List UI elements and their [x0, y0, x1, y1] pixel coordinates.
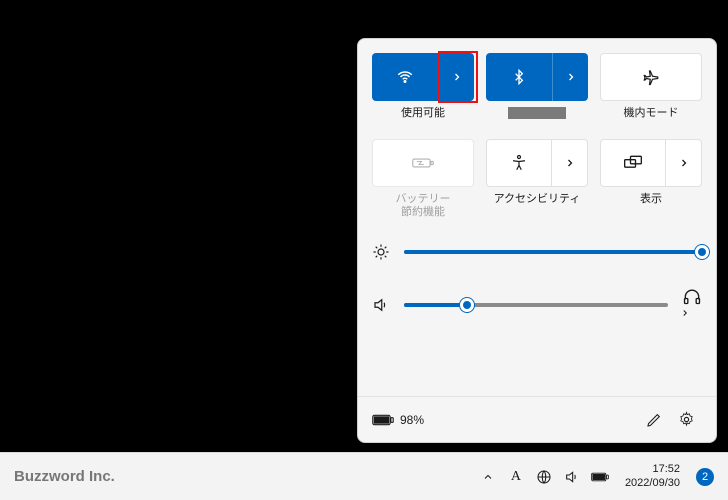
project-expand-button[interactable] — [665, 140, 701, 186]
wifi-icon — [372, 53, 438, 101]
tray-battery-icon[interactable] — [591, 467, 609, 487]
accessibility-icon — [487, 140, 551, 186]
quick-settings-panel: 使用可能 機内モード — [357, 38, 717, 443]
project-icon — [601, 140, 665, 186]
speaker-icon[interactable] — [372, 296, 390, 314]
taskbar[interactable]: Buzzword Inc. A 17:52 2022/09/30 2 — [0, 452, 728, 500]
battery-saver-icon — [373, 140, 473, 186]
notification-badge[interactable]: 2 — [696, 468, 714, 486]
clock-time: 17:52 — [625, 463, 680, 476]
edit-quick-settings-button[interactable] — [638, 404, 670, 436]
wifi-tile[interactable] — [372, 53, 474, 101]
volume-row — [372, 287, 702, 323]
ime-indicator[interactable]: A — [507, 467, 525, 487]
accessibility-tile[interactable] — [486, 139, 588, 187]
taskbar-clock[interactable]: 17:52 2022/09/30 — [625, 463, 680, 489]
project-label: 表示 — [600, 193, 702, 219]
brightness-row — [372, 243, 702, 261]
project-tile[interactable] — [600, 139, 702, 187]
tray-volume-icon[interactable] — [563, 467, 581, 487]
brightness-slider[interactable] — [404, 250, 702, 254]
bluetooth-label — [486, 107, 588, 133]
volume-slider[interactable] — [404, 303, 668, 307]
battery-percent: 98% — [400, 413, 424, 427]
brightness-icon — [372, 243, 390, 261]
bluetooth-tile[interactable] — [486, 53, 588, 101]
wifi-expand-button[interactable] — [438, 53, 474, 101]
desktop-watermark: Buzzword Inc. — [14, 468, 115, 485]
clock-date: 2022/09/30 — [625, 477, 680, 490]
ime-mode-icon[interactable] — [535, 467, 553, 487]
bluetooth-icon — [486, 53, 552, 101]
airplane-label: 機内モード — [600, 107, 702, 133]
accessibility-label: アクセシビリティ — [486, 193, 588, 219]
airplane-icon — [601, 54, 701, 100]
panel-footer: 98% — [358, 396, 716, 442]
battery-status-icon[interactable]: 98% — [372, 413, 424, 427]
airplane-tile[interactable] — [600, 53, 702, 101]
tray-overflow-button[interactable] — [479, 467, 497, 487]
settings-button[interactable] — [670, 404, 702, 436]
accessibility-expand-button[interactable] — [551, 140, 587, 186]
battery-saver-tile — [372, 139, 474, 187]
system-tray: A 17:52 2022/09/30 2 — [479, 463, 714, 489]
wifi-label: 使用可能 — [372, 107, 474, 133]
battery-saver-label: バッテリー 節約機能 — [372, 193, 474, 219]
audio-output-button[interactable] — [682, 287, 702, 323]
bluetooth-expand-button[interactable] — [552, 53, 588, 101]
